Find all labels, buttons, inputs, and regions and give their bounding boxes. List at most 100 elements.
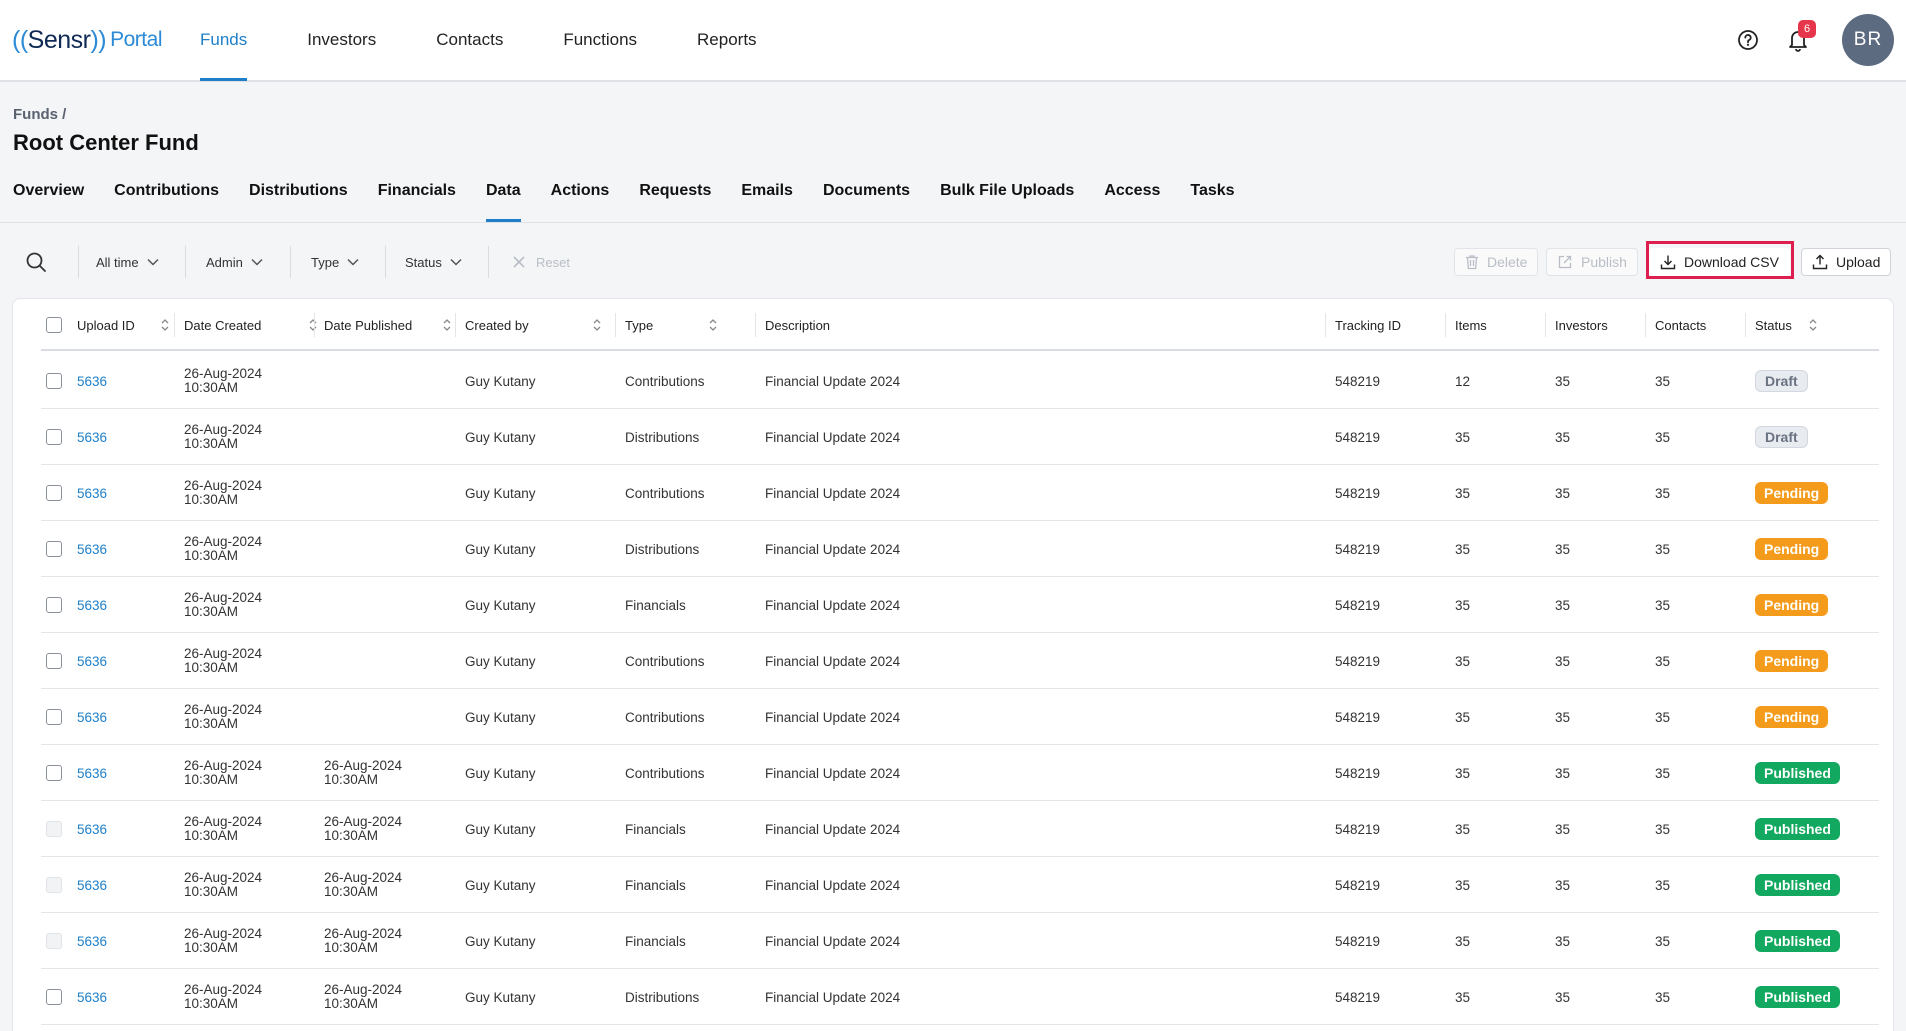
col-upload-id[interactable]: Upload ID	[77, 299, 135, 351]
row-checkbox[interactable]	[46, 933, 62, 949]
column-separator	[455, 313, 456, 337]
row-checkbox[interactable]	[46, 373, 62, 389]
contacts-cell: 35	[1655, 877, 1671, 893]
tab-bulk-file-uploads[interactable]: Bulk File Uploads	[940, 176, 1074, 222]
table-row[interactable]: 5636 26-Aug-2024 10:30AM Guy Kutany Dist…	[41, 521, 1879, 577]
table-row[interactable]: 5636 26-Aug-2024 10:30AM 26-Aug-2024 10:…	[41, 969, 1879, 1025]
col-type[interactable]: Type	[625, 299, 653, 351]
tracking-id-cell: 548219	[1335, 541, 1381, 557]
admin-filter-dropdown[interactable]: Admin	[206, 246, 263, 278]
help-button[interactable]	[1730, 22, 1766, 58]
tab-actions[interactable]: Actions	[551, 176, 610, 222]
upload-id-link[interactable]: 5636	[77, 521, 107, 577]
time-filter-dropdown[interactable]: All time	[96, 246, 159, 278]
type-filter-dropdown[interactable]: Type	[311, 246, 359, 278]
row-checkbox[interactable]	[46, 429, 62, 445]
breadcrumb[interactable]: Funds /	[13, 106, 66, 123]
col-date-created[interactable]: Date Created	[184, 299, 261, 351]
row-checkbox[interactable]	[46, 709, 62, 725]
upload-id-link[interactable]: 5636	[77, 409, 107, 465]
col-status[interactable]: Status	[1755, 299, 1792, 351]
row-select-cell	[46, 801, 62, 857]
table-row[interactable]: 5636 26-Aug-2024 10:30AM Guy Kutany Cont…	[41, 353, 1879, 409]
row-select-cell	[46, 409, 62, 465]
sort-icon[interactable]	[443, 318, 451, 332]
description-cell: Financial Update 2024	[765, 653, 901, 669]
upload-id-link[interactable]: 5636	[77, 969, 107, 1025]
delete-button[interactable]: Delete	[1454, 248, 1539, 276]
status-filter-dropdown[interactable]: Status	[405, 246, 462, 278]
table-row[interactable]: 5636 26-Aug-2024 10:30AM Guy Kutany Cont…	[41, 689, 1879, 745]
nav-item-contacts[interactable]: Contacts	[406, 0, 533, 80]
description-cell: Financial Update 2024	[765, 821, 901, 837]
nav-item-funds[interactable]: Funds	[170, 0, 277, 81]
user-avatar[interactable]: BR	[1842, 14, 1894, 66]
row-checkbox[interactable]	[46, 485, 62, 501]
created-by-cell: Guy Kutany	[465, 373, 536, 389]
status-cell: Published	[1755, 801, 1840, 857]
upload-button[interactable]: Upload	[1801, 248, 1892, 276]
trash-icon	[1466, 255, 1478, 270]
table-row[interactable]: 5636 26-Aug-2024 10:30AM Guy Kutany Dist…	[41, 409, 1879, 465]
items-cell: 35	[1455, 765, 1471, 781]
upload-id-link[interactable]: 5636	[77, 353, 107, 409]
row-checkbox[interactable]	[46, 765, 62, 781]
investors-cell: 35	[1555, 933, 1571, 949]
upload-id-link[interactable]: 5636	[77, 465, 107, 521]
items-cell: 35	[1455, 541, 1471, 557]
upload-id-link[interactable]: 5636	[77, 577, 107, 633]
upload-id-link[interactable]: 5636	[77, 913, 107, 969]
nav-item-reports[interactable]: Reports	[667, 0, 787, 80]
row-select-cell	[46, 353, 62, 409]
table-row[interactable]: 5636 26-Aug-2024 10:30AM Guy Kutany Cont…	[41, 465, 1879, 521]
tab-requests[interactable]: Requests	[639, 176, 711, 222]
upload-id-link[interactable]: 5636	[77, 801, 107, 857]
tab-contributions[interactable]: Contributions	[114, 176, 219, 222]
upload-id-link[interactable]: 5636	[77, 857, 107, 913]
date-created-time: 10:30AM	[184, 828, 239, 843]
upload-id-link[interactable]: 5636	[77, 633, 107, 689]
row-checkbox[interactable]	[46, 597, 62, 613]
nav-item-investors[interactable]: Investors	[277, 0, 406, 80]
tab-emails[interactable]: Emails	[741, 176, 793, 222]
row-checkbox[interactable]	[46, 877, 62, 893]
tab-overview[interactable]: Overview	[13, 176, 84, 222]
select-all-checkbox[interactable]	[46, 317, 62, 333]
sort-icon[interactable]	[161, 318, 169, 332]
row-checkbox[interactable]	[46, 653, 62, 669]
col-created-by[interactable]: Created by	[465, 299, 529, 351]
row-checkbox[interactable]	[46, 989, 62, 1005]
tab-access[interactable]: Access	[1104, 176, 1160, 222]
sort-icon[interactable]	[709, 318, 717, 332]
upload-id-link[interactable]: 5636	[77, 689, 107, 745]
tab-distributions[interactable]: Distributions	[249, 176, 348, 222]
table-row[interactable]: 5636 26-Aug-2024 10:30AM Guy Kutany Cont…	[41, 633, 1879, 689]
table-row[interactable]: 5636 26-Aug-2024 10:30AM 26-Aug-2024 10:…	[41, 913, 1879, 969]
sensr-portal-logo[interactable]: ((Sensr)) Portal	[12, 24, 162, 56]
tab-financials[interactable]: Financials	[378, 176, 456, 222]
publish-button[interactable]: Publish	[1546, 248, 1638, 276]
sort-icon[interactable]	[1809, 318, 1817, 332]
tab-tasks[interactable]: Tasks	[1190, 176, 1234, 222]
investors-cell: 35	[1555, 429, 1571, 445]
tracking-id-cell: 548219	[1335, 989, 1381, 1005]
items-cell: 35	[1455, 485, 1471, 501]
items-cell: 35	[1455, 877, 1471, 893]
upload-id-link[interactable]: 5636	[77, 745, 107, 801]
col-date-published[interactable]: Date Published	[324, 299, 412, 351]
nav-item-functions[interactable]: Functions	[533, 0, 667, 80]
sort-icon[interactable]	[593, 318, 601, 332]
row-select-cell	[46, 745, 62, 801]
table-row[interactable]: 5636 26-Aug-2024 10:30AM Guy Kutany Fina…	[41, 577, 1879, 633]
sort-icon[interactable]	[309, 318, 317, 332]
reset-filters-button[interactable]: Reset	[512, 246, 570, 278]
row-checkbox[interactable]	[46, 541, 62, 557]
table-row[interactable]: 5636 26-Aug-2024 10:30AM 26-Aug-2024 10:…	[41, 801, 1879, 857]
table-row[interactable]: 5636 26-Aug-2024 10:30AM 26-Aug-2024 10:…	[41, 857, 1879, 913]
notifications-button[interactable]: 6	[1780, 20, 1816, 58]
row-checkbox[interactable]	[46, 821, 62, 837]
search-button[interactable]	[20, 246, 52, 278]
tab-data[interactable]: Data	[485, 176, 521, 222]
table-row[interactable]: 5636 26-Aug-2024 10:30AM 26-Aug-2024 10:…	[41, 745, 1879, 801]
tab-documents[interactable]: Documents	[823, 176, 910, 222]
